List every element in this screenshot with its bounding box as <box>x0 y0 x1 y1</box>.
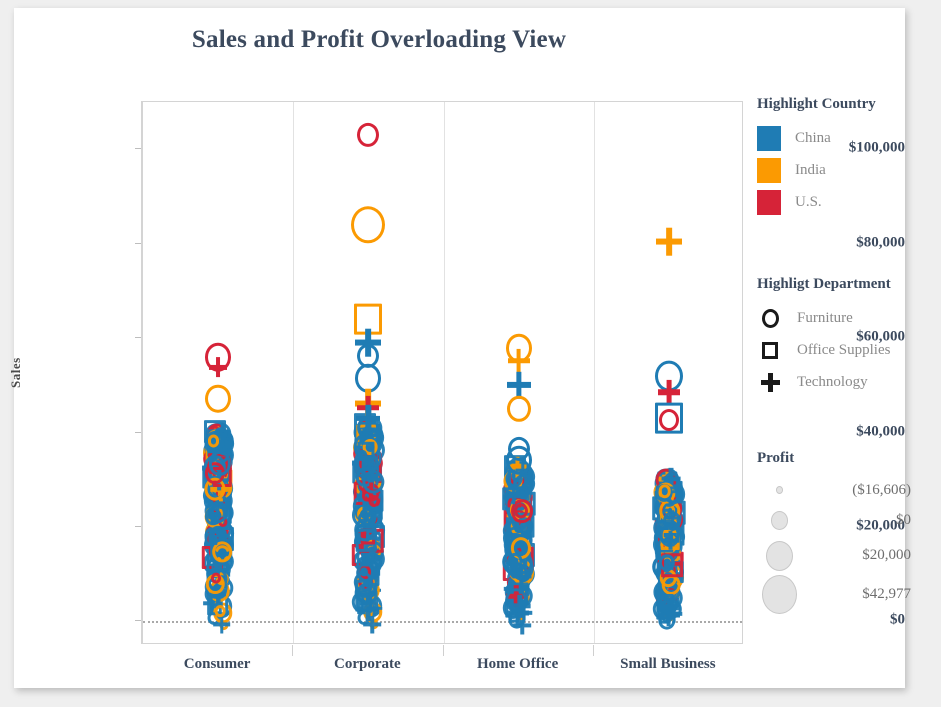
data-point-technology <box>656 227 682 256</box>
legend-item-label: Furniture <box>797 309 853 326</box>
color-swatch-icon <box>757 125 781 151</box>
data-point <box>207 434 220 448</box>
y-tick-mark <box>135 431 141 433</box>
y-tick-label: $40,000 <box>856 423 905 440</box>
x-tick-label: Corporate <box>334 656 401 672</box>
page-title: Sales and Profit Overloading View <box>191 26 567 53</box>
category-divider <box>593 102 595 643</box>
legend-item-label: $20,000 <box>862 547 911 564</box>
legend-item-label: Technology <box>797 373 868 390</box>
data-point <box>661 611 673 623</box>
x-tick-label: Home Office <box>477 656 559 672</box>
size-circle-icon <box>757 540 801 571</box>
data-point-technology <box>507 372 531 398</box>
plus-icon <box>757 368 783 396</box>
data-point <box>366 529 376 540</box>
legend-title-profit: Profit <box>757 450 795 466</box>
legend-item-department[interactable]: Technology <box>757 366 891 398</box>
x-axis-separator <box>592 645 594 656</box>
category-divider <box>293 102 295 643</box>
data-point <box>355 593 373 613</box>
legend-item-label: Office Supplies <box>797 341 891 358</box>
y-tick-mark <box>135 148 141 150</box>
legend-country-items: China India U.S. <box>757 122 876 218</box>
legend-item-profit[interactable]: $42,977 <box>757 574 911 615</box>
color-swatch-icon <box>757 189 781 215</box>
data-point-furniture <box>357 122 380 148</box>
y-tick-label: $80,000 <box>856 234 905 251</box>
legend-profit: Profit ($16,606) $0 $20,000 $42,977 <box>757 450 911 615</box>
circle-icon <box>757 304 783 332</box>
x-tick-label: Consumer <box>183 656 251 672</box>
data-point-furniture <box>506 395 531 423</box>
data-point-technology <box>356 405 380 431</box>
category-divider <box>443 102 445 643</box>
zero-reference-line <box>143 621 742 624</box>
legend-item-profit[interactable]: $20,000 <box>757 537 911 574</box>
data-point <box>357 441 375 461</box>
y-tick-mark <box>135 525 141 527</box>
data-point <box>213 615 231 634</box>
data-point <box>211 572 222 584</box>
legend-item-department[interactable]: Furniture <box>757 302 891 334</box>
legend-item-profit[interactable]: ($16,606) <box>757 476 911 504</box>
legend-item-label: $42,977 <box>862 586 911 603</box>
data-point <box>506 488 521 504</box>
size-circle-icon <box>757 511 801 531</box>
legend-department-items: Furniture Office Supplies Technology <box>757 302 891 398</box>
data-point <box>658 484 672 499</box>
data-point <box>208 535 218 546</box>
legend-item-department[interactable]: Office Supplies <box>757 334 891 366</box>
color-swatch-icon <box>757 157 781 183</box>
data-point <box>656 594 674 613</box>
y-tick-mark <box>135 337 141 339</box>
legend-item-label: ($16,606) <box>852 481 911 498</box>
square-icon <box>757 336 783 364</box>
legend-item-country[interactable]: China <box>757 122 876 154</box>
x-axis-separator <box>442 645 444 656</box>
data-point-technology <box>209 357 227 377</box>
data-point <box>208 501 229 523</box>
legend-item-label: U.S. <box>795 193 822 210</box>
x-axis-separator <box>292 645 294 656</box>
legend-item-label: China <box>795 129 831 146</box>
legend-item-country[interactable]: U.S. <box>757 186 876 218</box>
data-point <box>362 470 385 494</box>
data-point-furniture <box>505 445 532 475</box>
x-tick-label: Small Business <box>620 656 716 672</box>
data-point-furniture <box>658 409 679 432</box>
legend-item-profit[interactable]: $0 <box>757 504 911 537</box>
visualization-card: Sales and Profit Overloading View Sales … <box>8 8 911 688</box>
plot-area <box>142 101 743 644</box>
data-point-technology <box>508 349 530 373</box>
data-point <box>505 588 528 613</box>
data-point-furniture <box>205 384 232 413</box>
data-point <box>362 553 375 567</box>
y-axis-title: Sales <box>8 357 23 388</box>
y-tick-mark <box>135 242 141 244</box>
legend-item-label: $0 <box>896 512 911 529</box>
size-circle-icon <box>757 575 801 615</box>
data-point <box>658 553 676 572</box>
legend-highlight-country: Highlight Country China India U.S. <box>757 96 876 218</box>
y-tick-mark <box>135 620 141 622</box>
data-point <box>659 524 681 547</box>
data-point <box>214 605 226 617</box>
legend-title-country: Highlight Country <box>757 96 876 112</box>
legend-item-label: India <box>795 161 826 178</box>
data-point-furniture <box>351 206 386 244</box>
legend-profit-items: ($16,606) $0 $20,000 $42,977 <box>757 476 911 615</box>
size-circle-icon <box>757 486 801 494</box>
legend-title-department: Highligt Department <box>757 276 891 292</box>
legend-highlight-department: Highligt Department Furniture Office Supp… <box>757 276 891 398</box>
legend-item-country[interactable]: India <box>757 154 876 186</box>
data-point-technology <box>658 380 680 404</box>
